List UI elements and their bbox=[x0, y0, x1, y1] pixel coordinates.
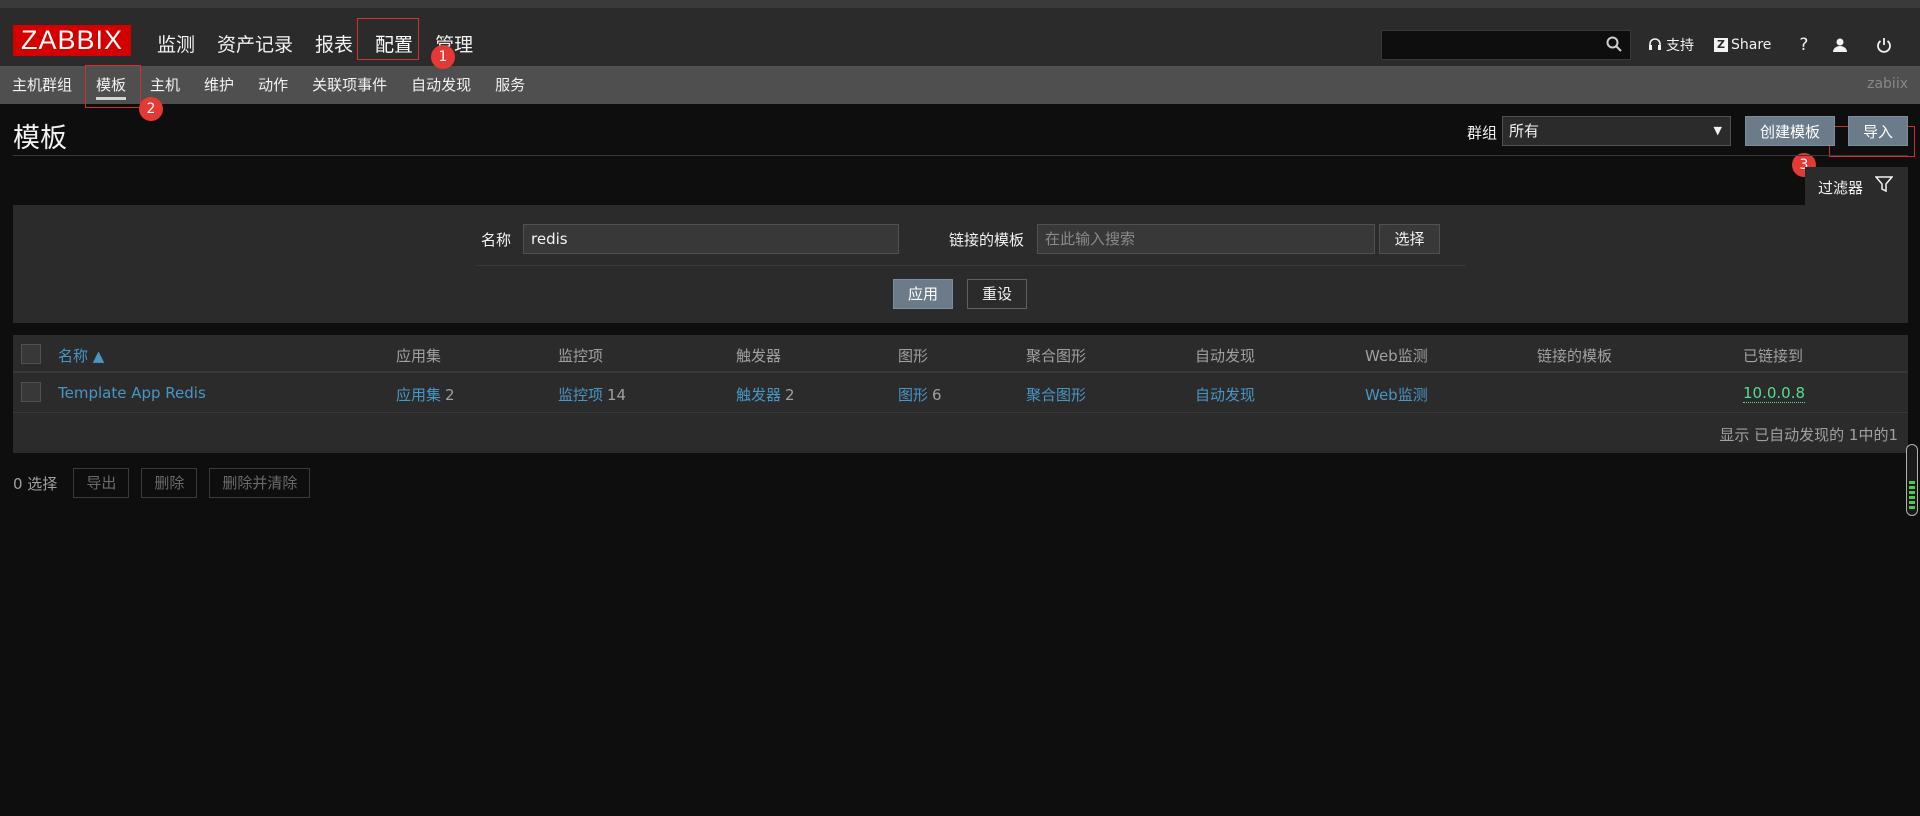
delete-and-clear-button[interactable]: 删除并清除 bbox=[209, 468, 311, 498]
group-select-value: 所有 bbox=[1509, 122, 1540, 140]
side-scroll-widget[interactable] bbox=[1906, 444, 1918, 516]
column-web: Web监测 bbox=[1365, 347, 1428, 365]
window-top-strip bbox=[0, 0, 1920, 8]
share-label: Share bbox=[1731, 37, 1772, 53]
items-link[interactable]: 监控项 bbox=[558, 386, 603, 404]
screens-cell: 聚合图形 bbox=[1026, 384, 1086, 405]
reset-filter-button[interactable]: 重设 bbox=[967, 279, 1027, 309]
triggers-count: 2 bbox=[785, 386, 795, 404]
column-name[interactable]: 名称 ▲ bbox=[58, 345, 104, 366]
filter-separator bbox=[476, 265, 1466, 266]
zabbix-logo[interactable]: ZABBIX bbox=[13, 25, 131, 56]
filter-tab-label: 过滤器 bbox=[1818, 179, 1864, 197]
global-search-input[interactable] bbox=[1381, 30, 1631, 60]
apply-filter-button[interactable]: 应用 bbox=[893, 279, 953, 309]
user-icon bbox=[1833, 38, 1848, 52]
column-screens: 聚合图形 bbox=[1026, 347, 1087, 365]
export-button[interactable]: 导出 bbox=[73, 468, 130, 498]
linked-to-cell: 10.0.0.8 bbox=[1743, 384, 1806, 403]
table-header: 名称 ▲ 应用集 监控项 触发器 图形 聚合图形 自动发现 Web监测 链接的模… bbox=[13, 335, 1908, 373]
graphs-cell: 图形 6 bbox=[898, 384, 942, 405]
submenu-actions[interactable]: 动作 bbox=[246, 66, 300, 104]
template-name-link[interactable]: Template App Redis bbox=[58, 384, 206, 402]
help-button[interactable]: ? bbox=[1799, 35, 1808, 55]
triggers-cell: 触发器 2 bbox=[736, 384, 795, 405]
web-link[interactable]: Web监测 bbox=[1365, 386, 1428, 404]
filter-tab[interactable]: 过滤器 bbox=[1805, 167, 1908, 205]
selected-count: 0 选择 bbox=[13, 474, 58, 493]
power-icon bbox=[1877, 38, 1892, 53]
annotation-badge-1: 1 bbox=[431, 45, 455, 69]
filter-panel: 名称 redis 链接的模板 在此输入搜索 选择 应用 重设 bbox=[13, 205, 1908, 323]
applications-link[interactable]: 应用集 bbox=[396, 386, 441, 404]
submenu-correlation[interactable]: 关联项事件 bbox=[300, 66, 399, 104]
linked-host-link[interactable]: 10.0.0.8 bbox=[1743, 384, 1806, 403]
submenu-services[interactable]: 服务 bbox=[483, 66, 537, 104]
annotation-badge-2: 2 bbox=[139, 97, 163, 121]
delete-button[interactable]: 删除 bbox=[141, 468, 198, 498]
import-button[interactable]: 导入 bbox=[1848, 116, 1908, 146]
discovery-link[interactable]: 自动发现 bbox=[1195, 386, 1255, 404]
submenu-maintenance[interactable]: 维护 bbox=[192, 66, 246, 104]
name-filter-input[interactable]: redis bbox=[523, 224, 899, 254]
zabbix-share-icon: Z bbox=[1714, 38, 1728, 52]
column-linked-templates: 链接的模板 bbox=[1537, 347, 1613, 365]
level-bars bbox=[1909, 481, 1915, 511]
support-link[interactable]: 支持 bbox=[1648, 35, 1694, 55]
user-profile-button[interactable] bbox=[1832, 37, 1852, 53]
group-select[interactable]: 所有 ▼ bbox=[1502, 116, 1731, 146]
column-items: 监控项 bbox=[558, 347, 604, 365]
server-name: zabiix bbox=[1867, 76, 1908, 92]
select-all-checkbox[interactable] bbox=[21, 344, 41, 364]
column-graphs: 图形 bbox=[898, 347, 929, 365]
column-discovery: 自动发现 bbox=[1195, 347, 1256, 365]
web-cell: Web监测 bbox=[1365, 384, 1428, 405]
linked-templates-input[interactable]: 在此输入搜索 bbox=[1037, 224, 1375, 254]
filter-icon bbox=[1874, 175, 1894, 197]
dropdown-arrow-icon: ▼ bbox=[1713, 124, 1722, 137]
name-filter-label: 名称 bbox=[481, 231, 512, 249]
linked-templates-label: 链接的模板 bbox=[949, 231, 1025, 249]
graphs-count: 6 bbox=[932, 386, 942, 404]
annotation-box-templates bbox=[85, 65, 141, 108]
help-icon: ? bbox=[1799, 35, 1809, 55]
table-footer-count: 显示 已自动发现的 1中的1 bbox=[1719, 426, 1898, 444]
submenu-host-groups[interactable]: 主机群组 bbox=[0, 66, 84, 104]
search-icon[interactable] bbox=[1606, 36, 1622, 56]
top-navigation-bar: ZABBIX 监测 资产记录 报表 配置 管理 支持 Z Share ? bbox=[0, 8, 1920, 74]
applications-cell: 应用集 2 bbox=[396, 384, 455, 405]
group-filter-label: 群组 bbox=[1467, 124, 1498, 142]
column-linked-to: 已链接到 bbox=[1743, 347, 1804, 365]
row-checkbox[interactable] bbox=[21, 382, 41, 402]
support-label: 支持 bbox=[1666, 38, 1694, 54]
create-template-button[interactable]: 创建模板 bbox=[1745, 116, 1835, 146]
title-divider bbox=[13, 155, 1908, 156]
logout-button[interactable] bbox=[1876, 37, 1896, 53]
graphs-link[interactable]: 图形 bbox=[898, 386, 928, 404]
discovery-cell: 自动发现 bbox=[1195, 384, 1255, 405]
sub-menu: 主机群组 模板 主机 维护 动作 关联项事件 自动发现 服务 bbox=[0, 66, 537, 104]
triggers-link[interactable]: 触发器 bbox=[736, 386, 781, 404]
submenu-discovery[interactable]: 自动发现 bbox=[399, 66, 483, 104]
headset-icon bbox=[1649, 38, 1661, 50]
items-count: 14 bbox=[607, 386, 627, 404]
sub-navigation-bar: 主机群组 模板 主机 维护 动作 关联项事件 自动发现 服务 zabiix bbox=[0, 66, 1920, 104]
template-name-cell: Template App Redis bbox=[58, 384, 206, 402]
items-cell: 监控项 14 bbox=[558, 384, 626, 405]
column-triggers: 触发器 bbox=[736, 347, 782, 365]
screens-link[interactable]: 聚合图形 bbox=[1026, 386, 1086, 404]
applications-count: 2 bbox=[445, 386, 455, 404]
annotation-box-configuration bbox=[357, 18, 419, 60]
page-title: 模板 bbox=[13, 123, 67, 154]
templates-table: 名称 ▲ 应用集 监控项 触发器 图形 聚合图形 自动发现 Web监测 链接的模… bbox=[13, 335, 1908, 453]
column-applications: 应用集 bbox=[396, 347, 442, 365]
select-templates-button[interactable]: 选择 bbox=[1379, 224, 1440, 254]
mass-actions-bar: 0 选择 导出 删除 删除并清除 bbox=[13, 468, 322, 498]
share-link[interactable]: Z Share bbox=[1714, 37, 1771, 53]
table-row: Template App Redis 应用集 2 监控项 14 触发器 2 图形 6 聚… bbox=[13, 373, 1908, 413]
